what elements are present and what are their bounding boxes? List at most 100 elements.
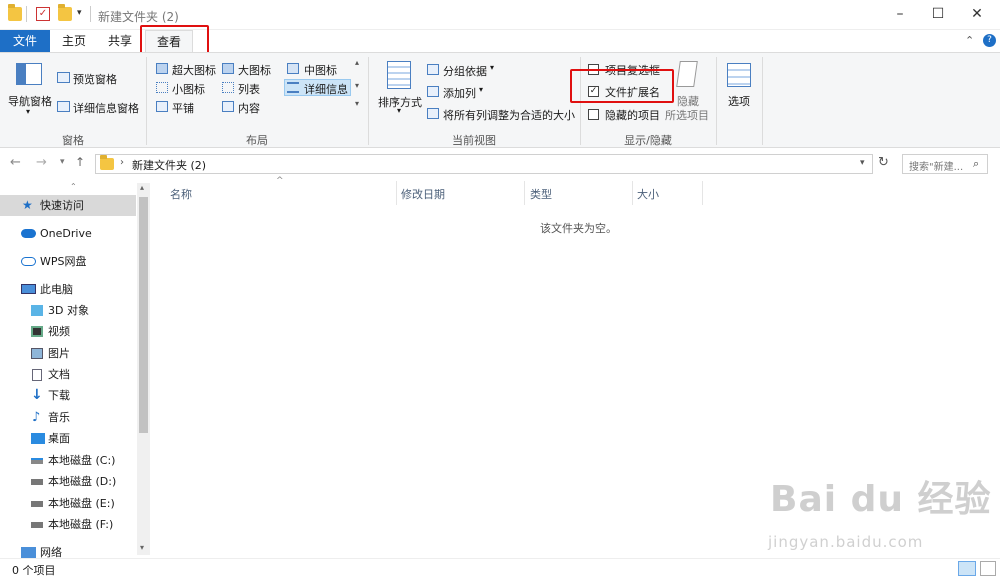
group-by-button[interactable]: 分组依据 — [443, 63, 487, 79]
music-note-icon: ♪ — [32, 410, 41, 425]
hidden-items-checkbox[interactable] — [588, 109, 599, 120]
divider[interactable] — [524, 181, 525, 205]
sort-icon[interactable] — [387, 61, 411, 89]
sidebar-item-desktop[interactable]: 桌面 — [0, 428, 136, 449]
scrollbar-thumb[interactable] — [139, 197, 148, 433]
sidebar-item-drive-f[interactable]: 本地磁盘 (F:) — [0, 514, 136, 535]
navigation-pane-icon[interactable] — [16, 63, 42, 85]
search-icon[interactable]: ⌕ — [973, 157, 979, 171]
onedrive-cloud-icon — [21, 229, 36, 238]
sidebar-item-quick-access[interactable]: ★ 快速访问 — [0, 195, 136, 216]
drive-icon — [31, 501, 43, 507]
scroll-up-icon[interactable]: ▴ — [355, 58, 359, 67]
expand-gallery-icon[interactable]: ▾ — [355, 99, 359, 108]
recent-locations-icon[interactable]: ▾ — [60, 157, 65, 167]
chevron-down-icon[interactable]: ▾ — [397, 106, 401, 115]
minimize-button[interactable]: – — [890, 4, 910, 24]
video-icon — [31, 326, 43, 337]
column-header-name[interactable]: 名称 — [170, 186, 192, 202]
address-bar[interactable]: › 新建文件夹 (2) ▾ — [95, 154, 873, 174]
sidebar-item-drive-e[interactable]: 本地磁盘 (E:) — [0, 493, 136, 514]
close-button[interactable]: ✕ — [967, 4, 987, 24]
hidden-items-label[interactable]: 隐藏的项目 — [605, 107, 660, 123]
help-icon[interactable]: ? — [983, 34, 996, 47]
address-dropdown-icon[interactable]: ▾ — [860, 158, 865, 168]
details-view-icon — [287, 82, 299, 93]
breadcrumb-chevron-icon[interactable]: › — [120, 157, 124, 168]
search-input[interactable]: 搜索"新建... ⌕ — [902, 154, 988, 174]
sidebar-item-label: OneDrive — [40, 227, 92, 240]
column-header-size[interactable]: 大小 — [637, 186, 659, 202]
star-icon: ★ — [22, 198, 33, 212]
hide-selected-icon[interactable] — [676, 61, 698, 87]
chevron-down-icon[interactable]: ▾ — [479, 85, 483, 94]
scroll-down-icon[interactable]: ▾ — [140, 543, 144, 552]
item-count: 0 个项目 — [12, 564, 56, 577]
chevron-down-icon[interactable]: ▾ — [26, 107, 30, 116]
divider[interactable] — [632, 181, 633, 205]
sidebar-item-3d-objects[interactable]: 3D 对象 — [0, 300, 136, 321]
folder-icon — [8, 4, 22, 21]
layout-medium-icons[interactable]: 中图标 — [304, 62, 337, 78]
column-header-type[interactable]: 类型 — [530, 186, 552, 202]
chevron-down-icon[interactable]: ▾ — [490, 63, 494, 72]
extra-large-icons-icon — [156, 63, 168, 74]
network-icon — [21, 547, 36, 558]
breadcrumb-current[interactable]: 新建文件夹 (2) — [132, 157, 206, 173]
nav-scroll-up-icon[interactable]: ⌃ — [70, 182, 77, 191]
content-icon — [222, 101, 234, 112]
sidebar-item-documents[interactable]: 文档 — [0, 364, 136, 385]
sidebar-item-drive-c[interactable]: 本地磁盘 (C:) — [0, 450, 136, 471]
sidebar-item-label: 文档 — [48, 368, 70, 381]
preview-pane-button[interactable]: 预览窗格 — [73, 71, 117, 87]
sidebar-item-pictures[interactable]: 图片 — [0, 343, 136, 364]
layout-small-icons[interactable]: 小图标 — [172, 81, 205, 97]
tab-file[interactable]: 文件 — [0, 30, 50, 52]
quick-access-dropdown-icon[interactable]: ▾ — [77, 8, 82, 18]
tab-home[interactable]: 主页 — [52, 30, 96, 52]
refresh-icon[interactable]: ↻ — [878, 155, 889, 170]
properties-icon[interactable]: ✓ — [36, 7, 50, 21]
sidebar-item-label: 快速访问 — [40, 199, 84, 212]
options-icon[interactable] — [727, 63, 751, 87]
group-label-pane: 窗格 — [62, 134, 84, 147]
sidebar-item-wps[interactable]: WPS网盘 — [0, 251, 136, 272]
scroll-up-icon[interactable]: ▴ — [140, 183, 144, 192]
sidebar-item-drive-d[interactable]: 本地磁盘 (D:) — [0, 471, 136, 492]
tab-share[interactable]: 共享 — [98, 30, 142, 52]
sidebar-item-downloads[interactable]: ↓ 下载 — [0, 385, 136, 406]
status-bar: 0 个项目 — [0, 558, 1000, 579]
scroll-down-icon[interactable]: ▾ — [355, 81, 359, 90]
layout-details[interactable]: 详细信息 — [304, 81, 348, 97]
maximize-button[interactable]: ☐ — [928, 4, 948, 24]
details-pane-button[interactable]: 详细信息窗格 — [73, 100, 139, 116]
group-by-icon — [427, 64, 439, 75]
sidebar-item-music[interactable]: ♪ 音乐 — [0, 407, 136, 428]
divider[interactable] — [396, 181, 397, 205]
layout-content[interactable]: 内容 — [238, 100, 260, 116]
layout-large-icons[interactable]: 大图标 — [238, 62, 271, 78]
nav-scrollbar[interactable]: ▴ ▾ — [137, 183, 150, 555]
fit-columns-button[interactable]: 将所有列调整为合适的大小 — [443, 107, 575, 123]
divider[interactable] — [702, 181, 703, 205]
column-header-date-modified[interactable]: 修改日期 — [401, 186, 445, 202]
sidebar-item-videos[interactable]: 视频 — [0, 321, 136, 342]
layout-list[interactable]: 列表 — [238, 81, 260, 97]
up-arrow-icon[interactable]: ↑ — [75, 155, 85, 169]
back-arrow-icon[interactable]: ← — [10, 155, 21, 170]
large-icons-view-button-icon[interactable] — [980, 561, 996, 576]
layout-extra-large-icons[interactable]: 超大图标 — [172, 62, 216, 78]
details-pane-icon — [57, 101, 70, 112]
layout-tiles[interactable]: 平铺 — [172, 100, 194, 116]
new-folder-icon[interactable] — [58, 4, 72, 21]
sidebar-item-this-pc[interactable]: 此电脑 — [0, 279, 136, 300]
collapse-ribbon-icon[interactable]: ⌃ — [965, 34, 974, 47]
sidebar-item-label: 网络 — [40, 546, 62, 558]
sidebar-item-network[interactable]: 网络 — [0, 542, 136, 558]
options-button[interactable]: 选项 — [728, 93, 750, 109]
sidebar-item-label: 本地磁盘 (E:) — [48, 497, 115, 510]
sidebar-item-onedrive[interactable]: OneDrive — [0, 223, 136, 244]
forward-arrow-icon[interactable]: → — [36, 155, 47, 170]
add-columns-button[interactable]: 添加列 — [443, 85, 476, 101]
details-view-button-icon[interactable] — [958, 561, 976, 576]
